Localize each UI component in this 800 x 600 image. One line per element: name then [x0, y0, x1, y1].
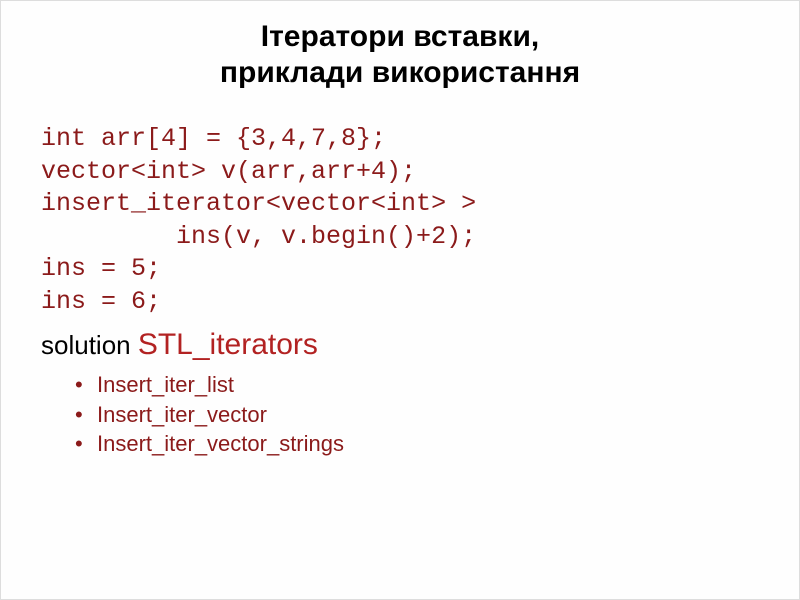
list-item: Insert_iter_vector	[97, 400, 759, 430]
solution-label: solution	[41, 330, 138, 360]
code-line-2: vector<int> v(arr,arr+4);	[41, 156, 759, 189]
bullet-list: Insert_iter_list Insert_iter_vector Inse…	[41, 370, 759, 459]
slide-title: Ітератори вставки, приклади використання	[41, 19, 759, 91]
code-line-5: ins = 5;	[41, 253, 759, 286]
code-line-4: ins(v, v.begin()+2);	[41, 221, 759, 254]
list-item: Insert_iter_list	[97, 370, 759, 400]
code-line-3: insert_iterator<vector<int> >	[41, 188, 759, 221]
code-line-6: ins = 6;	[41, 286, 759, 319]
solution-line: solution STL_iterators	[41, 328, 759, 362]
code-block: int arr[4] = {3,4,7,8}; vector<int> v(ar…	[41, 123, 759, 318]
code-line-1: int arr[4] = {3,4,7,8};	[41, 123, 759, 156]
list-item: Insert_iter_vector_strings	[97, 429, 759, 459]
solution-highlight: STL_iterators	[138, 328, 318, 361]
title-line1: Ітератори вставки, приклади використання	[220, 20, 580, 89]
